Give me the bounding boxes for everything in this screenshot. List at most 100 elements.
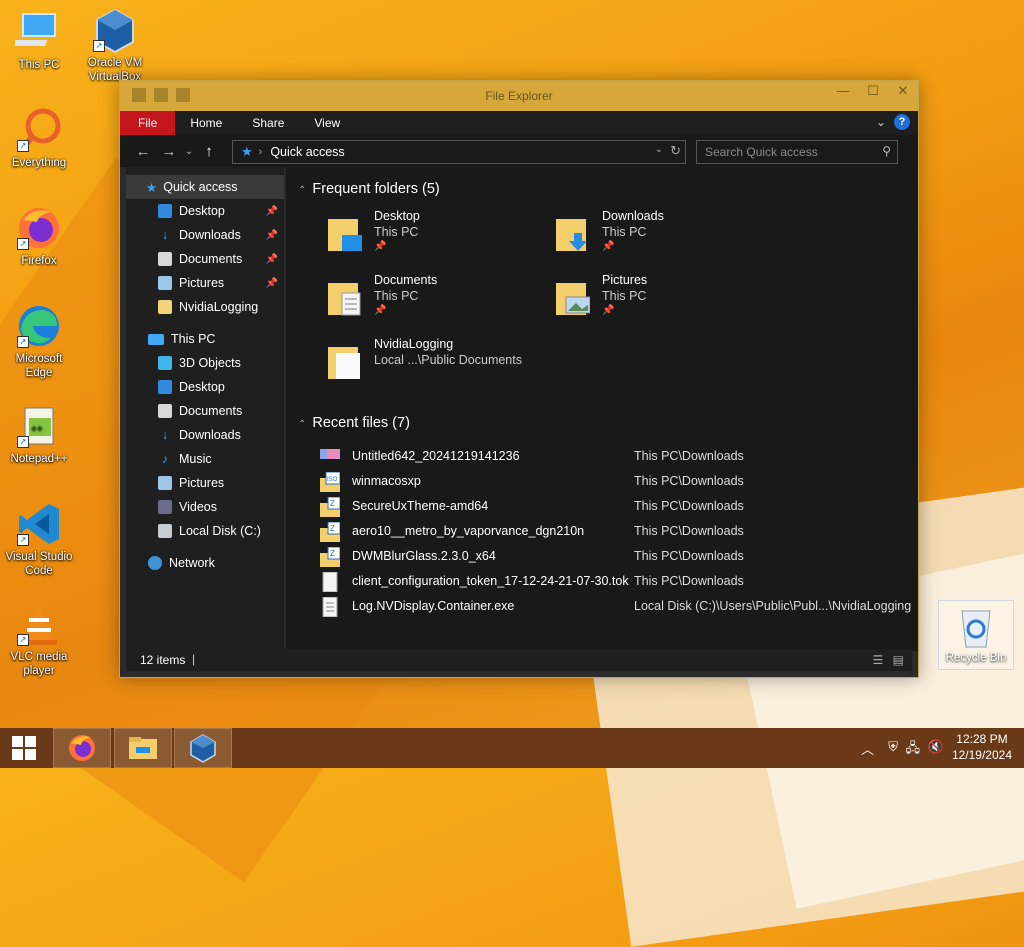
nav-item-documents[interactable]: Documents 📌 [126, 247, 284, 271]
desktop-icon-edge[interactable]: ↗ Microsoft Edge [2, 302, 76, 380]
desktop-icon-vlc[interactable]: ↗ VLC media player [2, 600, 76, 678]
collapse-chevron-icon[interactable]: ⌃ [298, 185, 306, 196]
desktop-icon-this-pc[interactable]: This PC [2, 8, 76, 72]
nav-label: NvidiaLogging [179, 300, 259, 314]
tab-home[interactable]: Home [175, 111, 237, 135]
recent-file-row[interactable]: Untitled642_20241219141236 This PC\Downl… [320, 445, 910, 470]
collapse-chevron-icon[interactable]: ⌃ [298, 419, 306, 430]
recent-file-row[interactable]: Log.NVDisplay.Container.exe Local Disk (… [320, 595, 911, 620]
recent-file-row[interactable]: Z DWMBlurGlass.2.3.0_x64 This PC\Downloa… [320, 545, 910, 570]
breadcrumb[interactable]: Quick access [270, 145, 344, 159]
status-separator: | [192, 652, 196, 666]
frequent-folder-tile[interactable]: Desktop This PC 📌 [328, 207, 548, 263]
address-bar-row: ← → ⌄ ↑ ★ › Quick access ⌄ ↻ Search Quic… [120, 135, 918, 167]
downloads-folder-icon [556, 219, 587, 251]
frequent-folder-tile[interactable]: Downloads This PC 📌 [556, 207, 776, 263]
help-icon[interactable]: ? [894, 114, 910, 130]
nav-item-documents-pc[interactable]: Documents [126, 399, 284, 423]
minimize-button[interactable]: — [828, 81, 858, 103]
nav-item-nvidialogging[interactable]: NvidiaLogging [126, 295, 284, 319]
svg-text:ISO: ISO [327, 477, 338, 483]
taskbar-file-explorer[interactable] [114, 728, 172, 768]
virtualbox-icon [190, 734, 216, 763]
maximize-button[interactable]: ☐ [858, 81, 888, 103]
nav-item-network[interactable]: Network [126, 551, 284, 575]
clock[interactable]: 12:28 PM 12/19/2024 [952, 731, 1012, 763]
section-frequent-folders[interactable]: ⌃ Frequent folders (5) [298, 181, 440, 197]
large-icons-view-icon[interactable]: ▤ [893, 653, 904, 667]
pictures-icon [158, 276, 172, 290]
taskbar-virtualbox[interactable] [174, 728, 232, 768]
nav-item-desktop-pc[interactable]: Desktop [126, 375, 284, 399]
nav-item-downloads-pc[interactable]: ↓ Downloads [126, 423, 284, 447]
zip-folder-icon: Z [320, 522, 340, 542]
nav-item-pictures-pc[interactable]: Pictures [126, 471, 284, 495]
desktop-icon-notepadpp[interactable]: ++ ↗ Notepad++ [2, 402, 76, 466]
taskbar-firefox[interactable] [53, 728, 111, 768]
nav-item-this-pc[interactable]: This PC [126, 327, 284, 351]
desktop-icon-vscode[interactable]: ↗ Visual Studio Code [2, 500, 76, 578]
nav-label: Downloads [179, 428, 241, 442]
pin-icon: 📌 [374, 241, 387, 252]
nav-item-3d-objects[interactable]: 3D Objects [126, 351, 284, 375]
nav-label: Documents [179, 252, 243, 266]
desktop-icon-virtualbox[interactable]: ↗ Oracle VM VirtualBox [78, 6, 152, 84]
details-view-icon[interactable]: ☰ [873, 653, 884, 667]
tab-view[interactable]: View [299, 111, 355, 135]
address-input[interactable]: ★ › Quick access ⌄ ↻ [232, 140, 686, 164]
network-icon[interactable]: 🖧 [906, 739, 921, 761]
video-icon [158, 500, 172, 514]
desktop-icon-everything[interactable]: ↗ Everything [2, 106, 76, 170]
up-arrow-icon[interactable]: ↑ [196, 143, 222, 160]
content-pane: ⌃ Frequent folders (5) Desktop This PC 📌 … [286, 167, 918, 651]
close-button[interactable]: ✕ [888, 81, 918, 103]
volume-muted-icon[interactable]: 🔇 [928, 739, 944, 755]
desktop-icon-label: Microsoft Edge [15, 353, 63, 379]
folder-location: This PC [602, 225, 647, 239]
folder-name: Desktop [374, 209, 420, 223]
recent-file-row[interactable]: Z aero10__metro_by_vaporvance_dgn210n Th… [320, 520, 910, 545]
section-recent-files[interactable]: ⌃ Recent files (7) [298, 415, 410, 431]
ribbon-tabs: File Home Share View ⌄ ? [120, 111, 918, 135]
pictures-folder-icon [556, 283, 590, 315]
start-button[interactable] [0, 728, 48, 768]
recent-locations-chevron-icon[interactable]: ⌄ [182, 146, 196, 157]
search-input[interactable]: Search Quick access ⚲ [696, 140, 898, 164]
recent-file-row[interactable]: ISO winmacosxp This PC\Downloads [320, 470, 910, 495]
expand-ribbon-chevron-icon[interactable]: ⌄ [876, 115, 886, 129]
nav-item-quick-access[interactable]: ★ Quick access [126, 175, 284, 199]
nav-item-pictures[interactable]: Pictures 📌 [126, 271, 284, 295]
address-dropdown-chevron-icon[interactable]: ⌄ [655, 144, 663, 155]
file-name: aero10__metro_by_vaporvance_dgn210n [352, 524, 585, 538]
recycle-bin-label: Recycle Bin [945, 652, 1007, 664]
tab-file[interactable]: File [120, 111, 176, 135]
frequent-folder-tile[interactable]: Pictures This PC 📌 [556, 271, 776, 327]
nav-item-videos[interactable]: Videos [126, 495, 284, 519]
security-icon[interactable]: ⛨ [888, 739, 898, 755]
folder-icon [129, 737, 157, 759]
nav-item-downloads[interactable]: ↓ Downloads 📌 [126, 223, 284, 247]
nav-label: Videos [179, 500, 217, 514]
breadcrumb-separator-icon[interactable]: › [259, 146, 263, 158]
nav-item-music[interactable]: ♪ Music [126, 447, 284, 471]
nav-label: 3D Objects [179, 356, 241, 370]
back-arrow-icon[interactable]: ← [130, 143, 156, 160]
svg-text:Z: Z [330, 549, 335, 558]
recent-file-row[interactable]: client_configuration_token_17-12-24-21-0… [320, 570, 910, 595]
show-hidden-icons-chevron-icon[interactable]: ︿ [861, 739, 874, 758]
refresh-icon[interactable]: ↻ [670, 143, 681, 159]
clock-time: 12:28 PM [956, 732, 1008, 746]
nav-item-desktop[interactable]: Desktop 📌 [126, 199, 284, 223]
frequent-folder-tile[interactable]: Documents This PC 📌 [328, 271, 548, 327]
forward-arrow-icon[interactable]: → [156, 143, 182, 160]
tab-share[interactable]: Share [237, 111, 299, 135]
desktop-icon-recycle-bin[interactable]: Recycle Bin [938, 600, 1014, 670]
nav-item-local-disk[interactable]: Local Disk (C:) [126, 519, 284, 543]
title-bar[interactable]: File Explorer — ☐ ✕ [120, 81, 918, 111]
search-icon: ⚲ [882, 144, 891, 158]
desktop-icon-label: Notepad++ [10, 453, 68, 465]
recent-file-row[interactable]: Z SecureUxTheme-amd64 This PC\Downloads [320, 495, 910, 520]
frequent-folder-tile[interactable]: NvidiaLogging Local ...\Public Documents [328, 335, 628, 391]
desktop-icon-firefox[interactable]: ↗ Firefox [2, 204, 76, 268]
file-path: This PC\Downloads [634, 449, 744, 463]
